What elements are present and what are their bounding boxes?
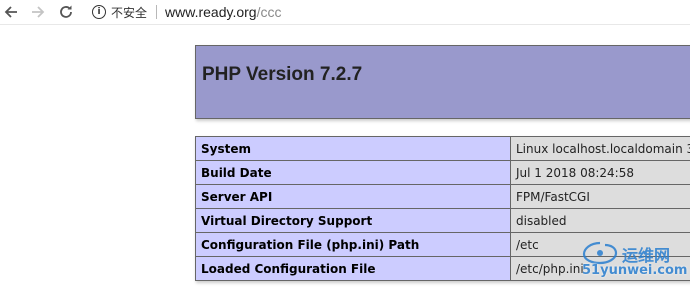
table-row: Server API FPM/FastCGI bbox=[195, 184, 690, 209]
reload-button[interactable] bbox=[55, 0, 77, 24]
address-divider bbox=[156, 5, 158, 19]
security-label[interactable]: 不安全 bbox=[111, 4, 147, 21]
forward-button[interactable] bbox=[27, 0, 49, 24]
row-value: Linux localhost.localdomain 3.1 bbox=[510, 136, 690, 161]
row-label: Configuration File (php.ini) Path bbox=[195, 232, 511, 257]
url-path: /ccc bbox=[256, 4, 282, 20]
address-bar[interactable]: i 不安全 www.ready.org/ccc bbox=[84, 0, 690, 24]
row-value: FPM/FastCGI bbox=[510, 184, 690, 209]
row-value: disabled bbox=[510, 208, 690, 233]
row-label: Virtual Directory Support bbox=[195, 208, 511, 233]
row-value: Jul 1 2018 08:24:58 bbox=[510, 160, 690, 185]
url-text[interactable]: www.ready.org/ccc bbox=[165, 4, 281, 20]
info-icon[interactable]: i bbox=[92, 5, 106, 19]
page-title: PHP Version 7.2.7 bbox=[202, 64, 363, 85]
row-label: Loaded Configuration File bbox=[195, 256, 511, 281]
row-label: System bbox=[195, 136, 511, 161]
arrow-left-icon bbox=[4, 6, 17, 18]
back-button[interactable] bbox=[0, 0, 22, 24]
table-row: Build Date Jul 1 2018 08:24:58 bbox=[195, 160, 690, 185]
watermark: 运维网 51yunwei.com bbox=[578, 236, 690, 284]
arrow-right-icon bbox=[32, 6, 45, 18]
row-label: Build Date bbox=[195, 160, 511, 185]
reload-icon bbox=[60, 5, 72, 18]
table-row: System Linux localhost.localdomain 3.1 bbox=[195, 136, 690, 161]
table-row: Virtual Directory Support disabled bbox=[195, 208, 690, 233]
watermark-url: 51yunwei.com bbox=[582, 263, 688, 278]
url-host: www.ready.org bbox=[165, 4, 257, 20]
php-version-header: PHP Version 7.2.7 bbox=[195, 45, 690, 119]
browser-toolbar: i 不安全 www.ready.org/ccc bbox=[0, 0, 690, 25]
row-label: Server API bbox=[195, 184, 511, 209]
